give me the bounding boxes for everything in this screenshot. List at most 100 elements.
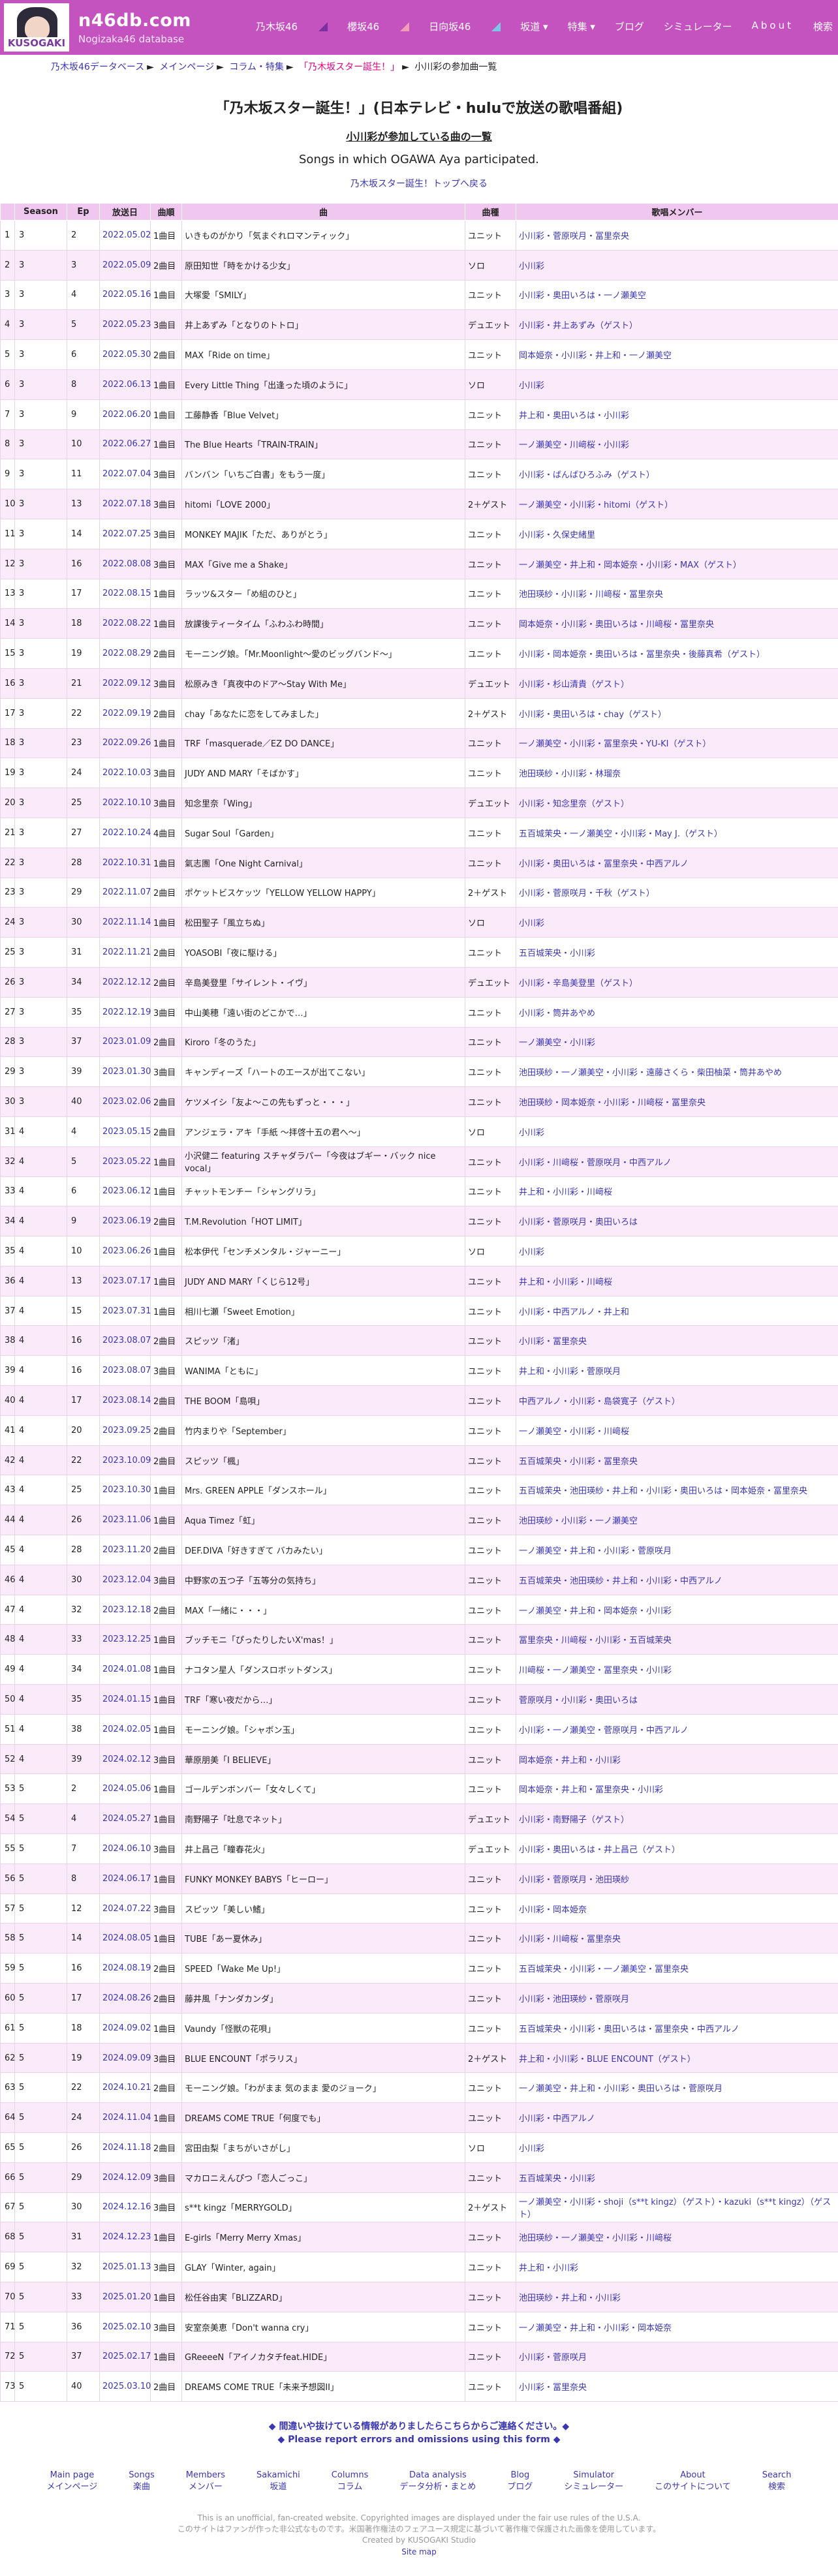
footer-link-en[interactable]: Members bbox=[186, 2470, 225, 2481]
cell-date[interactable]: 2023.06.19 bbox=[99, 1206, 151, 1237]
cell-date[interactable]: 2022.11.21 bbox=[99, 937, 151, 968]
cell-date[interactable]: 2024.05.06 bbox=[99, 1773, 151, 1805]
back-to-top-link[interactable]: 乃木坂スター誕生！トップへ戻る bbox=[350, 179, 488, 189]
cell-date[interactable]: 2023.10.09 bbox=[99, 1445, 151, 1476]
cell-date[interactable]: 2024.09.02 bbox=[99, 2012, 151, 2044]
cell-date[interactable]: 2022.07.25 bbox=[99, 518, 151, 549]
cell-members[interactable]: 小川彩・久保史緒里 bbox=[516, 518, 838, 549]
cell-members[interactable]: 一ノ瀬美空・井上和・小川彩・菅原咲月 bbox=[516, 1535, 838, 1565]
col-season[interactable]: Season bbox=[14, 203, 67, 221]
col-song[interactable]: 曲 bbox=[181, 203, 465, 221]
footer-link-jp[interactable]: このサイトについて bbox=[655, 2481, 731, 2493]
cell-date[interactable]: 2024.10.21 bbox=[99, 2072, 151, 2104]
date-link[interactable]: 2022.12.19 bbox=[102, 1007, 151, 1017]
date-link[interactable]: 2022.09.12 bbox=[102, 679, 151, 688]
cell-date[interactable]: 2024.09.09 bbox=[99, 2042, 151, 2074]
cell-members[interactable]: 小川彩・辛島美登里（ゲスト） bbox=[516, 966, 838, 998]
cell-date[interactable]: 2022.12.19 bbox=[99, 996, 151, 1028]
cell-date[interactable]: 2024.08.05 bbox=[99, 1923, 151, 1954]
cell-members[interactable]: 五百城茉央・小川彩・奥田いろは・冨里奈央・中西アルノ bbox=[516, 2012, 838, 2044]
cell-date[interactable]: 2022.06.27 bbox=[99, 429, 151, 460]
cell-members[interactable]: 一ノ瀬美空・小川彩・川﨑桜 bbox=[516, 1415, 838, 1446]
date-link[interactable]: 2024.06.17 bbox=[102, 1874, 151, 1884]
footer-link[interactable]: Members メンバー bbox=[170, 2470, 241, 2493]
cell-members[interactable]: 小川彩・一ノ瀬美空・菅原咲月・中西アルノ bbox=[516, 1713, 838, 1745]
footer-link[interactable]: Columns コラム bbox=[316, 2470, 384, 2493]
date-link[interactable]: 2022.08.22 bbox=[102, 619, 151, 628]
cell-members[interactable]: 小川彩・菅原咲月 bbox=[516, 2341, 838, 2372]
cell-members[interactable]: 井上和・小川彩・川﨑桜 bbox=[516, 1176, 838, 1207]
col-type[interactable]: 曲種 bbox=[465, 203, 516, 221]
cell-members[interactable]: 池田瑛紗・一ノ瀬美空・小川彩・遠藤さくら・柴田柚菜・筒井あやめ bbox=[516, 1056, 838, 1088]
cell-date[interactable]: 2022.09.19 bbox=[99, 698, 151, 729]
cell-members[interactable]: 池田瑛紗・一ノ瀬美空・小川彩・川﨑桜 bbox=[516, 2222, 838, 2253]
footer-link-jp[interactable]: データ分析・まとめ bbox=[399, 2481, 476, 2493]
date-link[interactable]: 2022.11.14 bbox=[102, 917, 151, 927]
date-link[interactable]: 2022.10.31 bbox=[102, 858, 151, 868]
cell-members[interactable]: 井上和・小川彩 bbox=[516, 2252, 838, 2282]
date-link[interactable]: 2025.02.10 bbox=[102, 2322, 151, 2332]
cell-members[interactable]: 一ノ瀬美空・小川彩・shoji（s**t kingz）（ゲスト）・kazuki（… bbox=[516, 2192, 838, 2223]
date-link[interactable]: 2023.08.14 bbox=[102, 1396, 151, 1405]
date-link[interactable]: 2023.05.22 bbox=[102, 1157, 151, 1167]
report-jp[interactable]: ◆ 間違いや抜けている情報がありましたらこちらからご連絡ください。◆ bbox=[0, 2420, 838, 2433]
date-link[interactable]: 2024.09.02 bbox=[102, 2023, 151, 2033]
cell-members[interactable]: 小川彩・奥田いろは・冨里奈央・中西アルノ bbox=[516, 847, 838, 878]
footer-link-jp[interactable]: コラム bbox=[332, 2481, 369, 2493]
cell-members[interactable]: 一ノ瀬美空・小川彩・冨里奈央・YU-KI（ゲスト） bbox=[516, 728, 838, 759]
date-link[interactable]: 2022.06.20 bbox=[102, 410, 151, 420]
cell-members[interactable]: 小川彩・筒井あやめ bbox=[516, 996, 838, 1028]
date-link[interactable]: 2022.05.30 bbox=[102, 350, 151, 360]
cell-members[interactable]: 池田瑛紗・小川彩・一ノ瀬美空 bbox=[516, 1505, 838, 1536]
cell-date[interactable]: 2022.06.20 bbox=[99, 399, 151, 430]
date-link[interactable]: 2022.07.25 bbox=[102, 529, 151, 539]
cell-date[interactable]: 2022.08.08 bbox=[99, 548, 151, 579]
date-link[interactable]: 2023.08.07 bbox=[102, 1366, 151, 1375]
footer-link-jp[interactable]: メンバー bbox=[186, 2481, 225, 2493]
date-link[interactable]: 2023.06.19 bbox=[102, 1216, 151, 1226]
cell-date[interactable]: 2025.03.10 bbox=[99, 2371, 151, 2402]
cell-members[interactable]: 池田瑛紗・小川彩・川﨑桜・冨里奈央 bbox=[516, 578, 838, 609]
cell-date[interactable]: 2023.12.04 bbox=[99, 1564, 151, 1595]
cell-date[interactable]: 2022.07.04 bbox=[99, 459, 151, 490]
cell-members[interactable]: 小川彩・知念里奈（ゲスト） bbox=[516, 788, 838, 818]
cell-date[interactable]: 2022.05.16 bbox=[99, 279, 151, 311]
cell-date[interactable]: 2022.05.30 bbox=[99, 339, 151, 370]
footer-link-en[interactable]: Main page bbox=[47, 2470, 98, 2481]
cell-date[interactable]: 2022.11.07 bbox=[99, 877, 151, 908]
date-link[interactable]: 2024.05.06 bbox=[102, 1784, 151, 1794]
date-link[interactable]: 2023.07.17 bbox=[102, 1276, 151, 1286]
cell-members[interactable]: 冨里奈央・川﨑桜・小川彩・五百城茉央 bbox=[516, 1624, 838, 1655]
cell-date[interactable]: 2023.05.15 bbox=[99, 1116, 151, 1147]
cell-date[interactable]: 2024.12.23 bbox=[99, 2222, 151, 2253]
cell-date[interactable]: 2022.09.26 bbox=[99, 728, 151, 759]
footer-link[interactable]: About このサイトについて bbox=[639, 2470, 747, 2493]
date-link[interactable]: 2024.09.09 bbox=[102, 2053, 151, 2063]
date-link[interactable]: 2022.05.16 bbox=[102, 290, 151, 299]
cell-members[interactable]: 小川彩・池田瑛紗・菅原咲月 bbox=[516, 1983, 838, 2014]
date-link[interactable]: 2023.11.20 bbox=[102, 1545, 151, 1555]
cell-members[interactable]: 小川彩 bbox=[516, 2132, 838, 2163]
cell-date[interactable]: 2025.02.10 bbox=[99, 2311, 151, 2342]
cell-date[interactable]: 2024.06.10 bbox=[99, 1833, 151, 1864]
date-link[interactable]: 2024.08.05 bbox=[102, 1933, 151, 1943]
date-link[interactable]: 2022.07.04 bbox=[102, 469, 151, 479]
date-link[interactable]: 2022.10.24 bbox=[102, 828, 151, 838]
cell-members[interactable]: 井上和・小川彩・川﨑桜 bbox=[516, 1265, 838, 1296]
cell-members[interactable]: 小川彩・奥田いろは・chay（ゲスト） bbox=[516, 698, 838, 729]
report-en[interactable]: ◆ Please report errors and omissions usi… bbox=[0, 2433, 838, 2446]
footer-link[interactable]: Songs 楽曲 bbox=[113, 2470, 170, 2493]
date-link[interactable]: 2022.05.09 bbox=[102, 260, 151, 270]
date-link[interactable]: 2024.12.23 bbox=[102, 2232, 151, 2242]
breadcrumb-db[interactable]: 乃木坂46データベース bbox=[51, 62, 144, 72]
footer-link-jp[interactable]: 坂道 bbox=[256, 2481, 300, 2493]
date-link[interactable]: 2024.07.22 bbox=[102, 1904, 151, 1914]
cell-date[interactable]: 2023.08.07 bbox=[99, 1325, 151, 1357]
cell-date[interactable]: 2022.08.15 bbox=[99, 578, 151, 609]
date-link[interactable]: 2022.07.18 bbox=[102, 499, 151, 509]
footer-link-jp[interactable]: 楽曲 bbox=[129, 2481, 154, 2493]
footer-link-en[interactable]: Columns bbox=[332, 2470, 369, 2481]
cell-members[interactable]: 小川彩 bbox=[516, 1116, 838, 1147]
footer-link-en[interactable]: About bbox=[655, 2470, 731, 2481]
cell-members[interactable]: 一ノ瀬美空・小川彩 bbox=[516, 1026, 838, 1058]
